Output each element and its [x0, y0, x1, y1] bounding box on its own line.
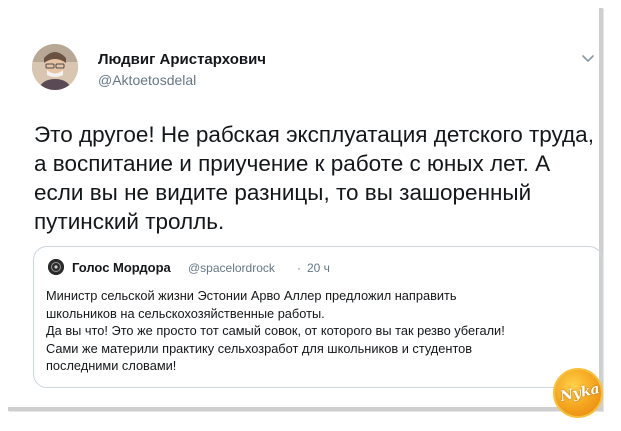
quoted-author-avatar[interactable]: [48, 259, 64, 275]
tweet-text-line: путинский тролль.: [34, 209, 225, 234]
quoted-text-line: Сами же материли практику сельхозработ д…: [46, 340, 473, 356]
dot-separator: ·: [297, 261, 301, 275]
quoted-timestamp[interactable]: 20 ч: [307, 261, 330, 275]
author-avatar[interactable]: [32, 44, 78, 90]
tweet-text-line: если вы не видите разницы, то вы зашорен…: [34, 180, 532, 205]
quoted-text-line: Министр сельской жизни Эстонии Арво Алле…: [46, 288, 457, 303]
quoted-author-name[interactable]: Голос Мордора: [72, 260, 171, 275]
author-handle[interactable]: @Aktoetosdelal: [98, 72, 196, 88]
quoted-text-line: Да вы что! Это же просто тот самый совок…: [46, 323, 505, 338]
quoted-text-line: школьников на сельскохозяйственные работ…: [46, 305, 325, 321]
tweet-text: Это другое! Не рабская эксплуатация детс…: [34, 120, 604, 236]
chevron-down-icon[interactable]: [581, 54, 595, 64]
tweet-text-line: Это другое! Не рабская эксплуатация детс…: [34, 122, 594, 147]
quoted-text-line: последними словами!: [46, 358, 177, 373]
tweet-text-line: а воспитание и приучение к работе с юных…: [34, 151, 551, 176]
watermark-logo: Nyka: [553, 368, 603, 418]
tweet-card: Людвиг Аристархович @Aktoetosdelal Это д…: [8, 8, 603, 407]
quoted-tweet-text: Министр сельской жизни Эстонии Арво Алле…: [46, 287, 596, 375]
author-name[interactable]: Людвиг Аристархович: [98, 51, 266, 68]
quoted-tweet[interactable]: Голос Мордора @spacelordrock · 20 ч Мини…: [33, 246, 603, 388]
watermark-text: Nyka: [558, 381, 602, 405]
quoted-author-handle[interactable]: @spacelordrock: [188, 261, 275, 275]
